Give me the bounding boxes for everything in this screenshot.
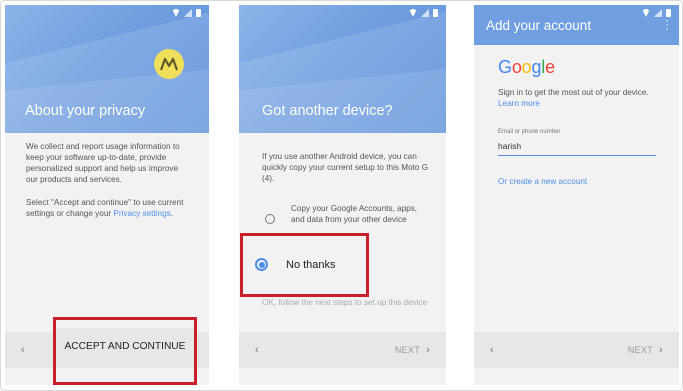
privacy-settings-text: Select "Accept and continue" to use curr… xyxy=(26,197,192,219)
create-account-link[interactable]: Or create a new account xyxy=(498,177,587,186)
account-nav-bar: ‹ NEXT › xyxy=(474,332,679,368)
privacy-description: We collect and report usage information … xyxy=(26,142,180,184)
privacy-hero: About your privacy xyxy=(5,5,209,133)
signal-icon xyxy=(654,9,662,17)
email-field-label: Email or phone number xyxy=(498,129,561,135)
more-vert-icon[interactable]: · · · xyxy=(665,16,669,35)
motorola-m-icon xyxy=(159,57,179,71)
copy-option[interactable]: Copy your Google Accounts, apps, and dat… xyxy=(265,203,435,225)
next-button[interactable]: NEXT › xyxy=(395,344,430,356)
status-bar xyxy=(239,5,446,21)
motorola-logo xyxy=(154,49,184,79)
email-field[interactable]: harish xyxy=(498,138,656,156)
signal-icon xyxy=(184,9,192,17)
chevron-right-icon: › xyxy=(426,344,430,356)
wifi-icon xyxy=(642,9,650,17)
copy-radio[interactable] xyxy=(265,214,275,224)
signin-description: Sign in to get the most out of your devi… xyxy=(498,87,658,109)
chevron-right-icon: › xyxy=(659,344,663,356)
learn-more-link[interactable]: Learn more xyxy=(498,99,540,108)
device-nav-bar: ‹ NEXT › xyxy=(239,332,446,368)
device-intro: If you use another Android device, you c… xyxy=(262,152,429,183)
signin-text: Sign in to get the most out of your devi… xyxy=(498,88,649,97)
accept-and-continue-button[interactable]: ACCEPT AND CONTINUE xyxy=(56,328,194,364)
privacy-settings-link[interactable]: Privacy settings xyxy=(113,209,170,218)
no-thanks-highlight-box: No thanks xyxy=(240,233,369,297)
wifi-icon xyxy=(172,9,180,17)
copy-option-label: Copy your Google Accounts, apps, and dat… xyxy=(291,204,418,224)
device-hero: Got another device? xyxy=(239,5,446,133)
privacy-text-suffix: . xyxy=(170,209,174,218)
no-thanks-label: No thanks xyxy=(286,258,336,271)
another-device-screen: Got another device? If you use another A… xyxy=(239,5,446,385)
next-label: NEXT xyxy=(394,345,421,355)
accept-highlight-box: ACCEPT AND CONTINUE xyxy=(53,317,197,385)
screenshot-frame: About your privacy We collect and report… xyxy=(0,0,683,391)
no-thanks-option[interactable]: No thanks xyxy=(255,258,336,271)
page-title: Add your account xyxy=(486,18,592,33)
back-chevron-icon[interactable]: ‹ xyxy=(21,344,25,356)
back-chevron-icon[interactable]: ‹ xyxy=(255,344,259,356)
status-bar xyxy=(5,5,209,21)
page-title: About your privacy xyxy=(25,103,146,119)
device-footer-note: OK, follow the next steps to set up this… xyxy=(262,298,428,307)
page-title: Got another device? xyxy=(262,103,393,119)
back-chevron-icon[interactable]: ‹ xyxy=(490,344,494,356)
battery-icon xyxy=(196,9,201,17)
battery-icon xyxy=(433,9,438,17)
next-label: NEXT xyxy=(627,345,654,355)
signal-icon xyxy=(421,9,429,17)
wifi-icon xyxy=(409,9,417,17)
no-thanks-radio[interactable] xyxy=(255,258,268,271)
next-button[interactable]: NEXT › xyxy=(628,344,663,356)
google-logo: Google xyxy=(498,57,555,77)
add-account-screen: Add your account · · · Google Sign in to g… xyxy=(474,5,679,385)
account-header: Add your account · · · xyxy=(474,5,679,45)
